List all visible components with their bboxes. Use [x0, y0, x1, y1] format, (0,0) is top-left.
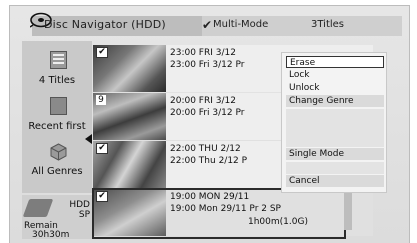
list-icon [50, 51, 67, 69]
title-number-badge: 9 [96, 95, 106, 105]
box-icon [50, 143, 67, 161]
check-icon: ✔ [202, 18, 213, 32]
header: Disc Navigator (HDD) ✔ Multi-Mode 3Title… [10, 6, 409, 42]
menu-item-change-genre[interactable]: Change Genre [286, 95, 384, 107]
menu-item-unlock[interactable]: Unlock [286, 82, 384, 94]
disk-label: HDD [69, 200, 90, 210]
title-line-1: 22:00 THU 2/12 [170, 144, 241, 154]
sidebar: 4 Titles Recent first All Genres [22, 41, 92, 193]
menu-item-single-mode[interactable]: Single Mode [286, 148, 384, 160]
menu-item-erase[interactable]: Erase [286, 56, 384, 68]
multi-mode-label: Multi-Mode [213, 19, 269, 30]
disk-status: HDD SP Remain 30h30m [22, 195, 92, 240]
checkbox-icon[interactable]: ✔ [96, 47, 108, 58]
hdd-icon [22, 199, 54, 217]
pointer-icon [85, 134, 92, 144]
title-line-1: 23:00 FRI 3/12 [170, 48, 236, 58]
scrollbar[interactable] [344, 192, 352, 230]
title-line-2: 23:00 Fri 3/12 Pr [170, 60, 245, 70]
sidebar-item-label: Recent first [28, 121, 86, 132]
context-menu: Erase Lock Unlock Change Genre Single Mo… [281, 52, 387, 193]
title-count: 3Titles [311, 19, 345, 30]
square-icon [50, 97, 67, 115]
menu-item-cancel[interactable]: Cancel [286, 175, 384, 187]
title-line-1: 20:00 FRI 3/12 [170, 96, 236, 106]
checkbox-icon[interactable]: ✔ [96, 143, 108, 154]
screen: Disc Navigator (HDD) ✔ Multi-Mode 3Title… [0, 0, 417, 243]
sidebar-item-label: 4 Titles [38, 75, 76, 86]
selection-highlight [92, 188, 346, 239]
sidebar-item-label: All Genres [31, 166, 83, 177]
disk-mode: SP [78, 210, 90, 220]
title-line-2: 20:00 Fri 3/12 Pr [170, 108, 245, 118]
menu-item-lock[interactable]: Lock [286, 69, 384, 81]
remain-value: 30h30m [32, 230, 70, 240]
header-title: Disc Navigator (HDD) [44, 18, 166, 31]
title-line-2: 22:00 Thu 2/12 P [170, 156, 248, 166]
